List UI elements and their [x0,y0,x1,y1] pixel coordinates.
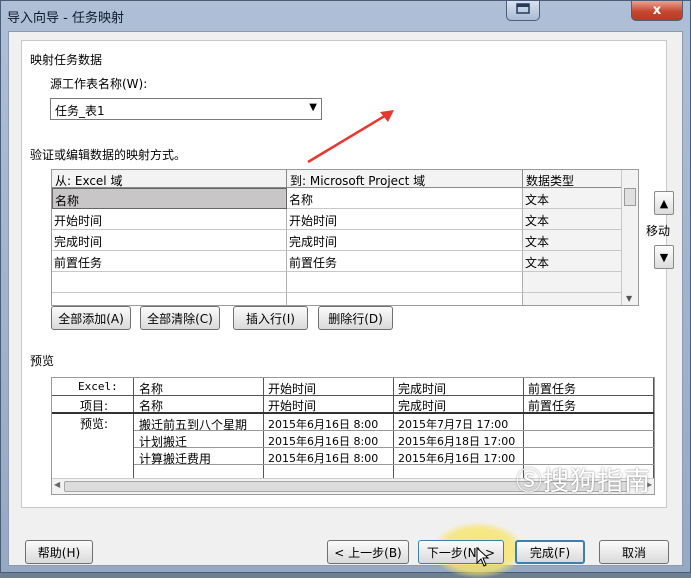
column-header-to[interactable]: 到: Microsoft Project 域 [287,170,523,188]
column-header-type[interactable]: 数据类型 [523,170,622,188]
scroll-thumb[interactable] [624,188,636,206]
watermark-text: 搜狗指南 [543,467,652,497]
source-sheet-value: 任务_表1 [55,104,105,118]
insert-row-button[interactable]: 插入行(I) [233,306,308,330]
verify-mapping-label: 验证或编辑数据的映射方式。 [30,148,187,162]
mapping-from-cell[interactable]: 前置任务 [52,251,287,272]
preview-rows-label: 预览: [80,417,109,431]
preview-cell: 2015年6月18日 17:00 [398,435,516,448]
preview-divider [134,447,654,448]
help-button[interactable]: 帮助(H) [25,540,93,564]
mapping-vertical-scrollbar[interactable]: ▼ [621,170,638,305]
preview-project-header: 完成时间 [398,399,447,413]
mapping-type-cell[interactable]: 文本 [523,188,622,209]
preview-cell [526,432,530,434]
mapping-section-title: 映射任务数据 [30,53,103,67]
preview-divider [133,378,134,478]
back-button[interactable]: < 上一步(B) [327,540,409,564]
add-all-button[interactable]: 全部添加(A) [51,306,131,330]
preview-cell: 2015年6月16日 17:00 [398,452,516,465]
preview-cell [526,415,530,417]
watermark: Ⓢ搜狗指南 [516,461,651,498]
preview-cell: 2015年6月16日 8:00 [268,435,379,448]
mapping-from-cell[interactable]: 开始时间 [52,209,287,230]
move-up-button[interactable]: ▲ [654,191,674,215]
preview-cell: 2015年6月16日 8:00 [268,452,379,465]
mapping-empty-cell[interactable] [287,293,523,305]
annotation-arrow-icon [307,110,394,164]
mapping-type-cell[interactable]: 文本 [523,251,622,272]
delete-row-button[interactable]: 删除行(D) [318,306,393,330]
window-title: 导入向导 - 任务映射 [7,10,124,26]
cancel-button[interactable]: 取消 [599,540,669,564]
import-wizard-window: 导入向导 - 任务映射 x 映射任务数据 源工作表名称(W): 任务_表1 ▼ … [0,0,691,578]
restore-icon [516,3,530,18]
close-icon: x [652,3,662,18]
close-button[interactable]: x [631,1,683,21]
preview-divider [393,378,394,478]
title-bar[interactable]: 导入向导 - 任务映射 [1,1,690,31]
preview-divider [653,378,654,478]
mapping-to-cell[interactable]: 前置任务 [287,251,523,272]
arrow-up-icon: ▲ [659,196,669,210]
preview-cell: 2015年6月16日 8:00 [268,418,379,431]
mapping-empty-cell[interactable] [523,272,622,293]
mapping-to-cell[interactable]: 开始时间 [287,209,523,230]
mapping-empty-cell[interactable] [523,293,622,305]
mouse-pointer-icon [476,547,490,567]
column-header-from[interactable]: 从: Excel 域 [52,170,287,188]
arrow-down-icon: ▼ [659,250,669,264]
clear-all-button[interactable]: 全部清除(C) [140,306,220,330]
wizard-panel: 映射任务数据 源工作表名称(W): 任务_表1 ▼ 验证或编辑数据的映射方式。 … [21,40,674,508]
next-button[interactable]: 下一步(N) > [418,540,504,564]
mapping-to-cell[interactable]: 名称 [287,188,523,209]
source-sheet-label: 源工作表名称(W): [50,77,148,91]
move-label: 移动 [646,224,671,238]
mapping-grid: 从: Excel 域 到: Microsoft Project 域 数据类型 名… [51,169,639,306]
mapping-from-cell[interactable]: 名称 [52,188,287,209]
move-down-button[interactable]: ▼ [654,245,674,269]
preview-divider [263,378,264,478]
preview-cell: 2015年7月7日 17:00 [398,418,509,431]
mapping-type-cell[interactable]: 文本 [523,230,622,251]
mapping-type-cell[interactable]: 文本 [523,209,622,230]
preview-project-label: 项目: [80,399,109,413]
finish-button[interactable]: 完成(F) [515,540,585,564]
mapping-to-cell[interactable]: 完成时间 [287,230,523,251]
preview-project-header: 名称 [139,399,164,413]
preview-section-title: 预览 [30,354,55,368]
mapping-from-cell[interactable]: 完成时间 [52,230,287,251]
restore-button[interactable] [506,1,540,21]
mapping-empty-cell[interactable] [287,272,523,293]
preview-cell [526,449,530,451]
watermark-logo-icon: Ⓢ [516,467,544,497]
preview-project-header: 开始时间 [268,399,317,413]
scroll-down-arrow-icon[interactable]: ▼ [626,294,632,303]
mapping-empty-cell[interactable] [52,272,287,293]
scroll-left-arrow-icon[interactable]: ◀ [54,480,60,489]
preview-cell: 计算搬迁费用 [139,452,212,466]
source-sheet-dropdown[interactable]: 任务_表1 ▼ [50,98,322,120]
preview-project-header: 前置任务 [528,399,577,413]
preview-excel-label: Excel: [78,380,118,393]
mapping-empty-cell[interactable] [52,293,287,305]
